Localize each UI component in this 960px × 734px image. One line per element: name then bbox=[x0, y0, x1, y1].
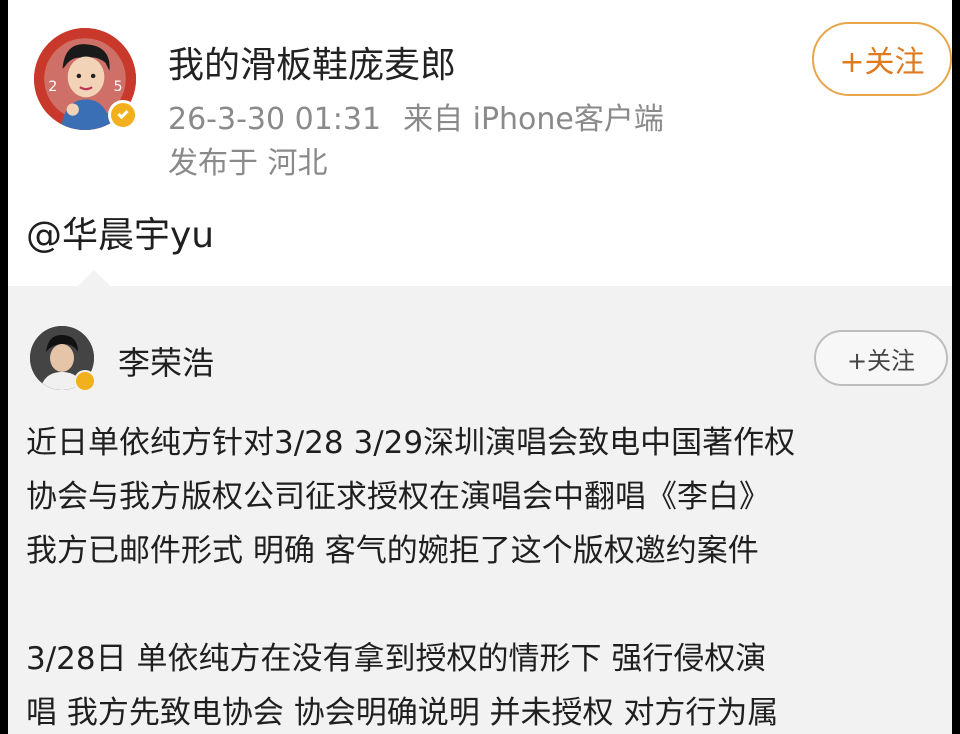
reposted-follow-button[interactable]: +关注 bbox=[814, 330, 948, 386]
post-header: 2 5 我的滑板鞋庞麦郎 26-3-30 01:31 来自 iPhone客户端 发… bbox=[8, 0, 952, 200]
body-line: 我方已邮件形式 明确 客气的婉拒了这个版权邀约案件 bbox=[26, 533, 759, 569]
body-line: 近日单依纯方针对3/28 3/29深圳演唱会致电中国著作权 bbox=[26, 425, 796, 461]
verified-badge-icon bbox=[108, 100, 138, 130]
weibo-post-screen: 2 5 我的滑板鞋庞麦郎 26-3-30 01:31 来自 iPhone客户端 发… bbox=[8, 0, 952, 734]
body-line: 协会与我方版权公司征求授权在演唱会中翻唱《李白》 bbox=[26, 479, 770, 515]
verified-badge-icon bbox=[74, 370, 96, 392]
post-source: 来自 iPhone客户端 bbox=[403, 102, 664, 137]
repost-body: 近日单依纯方针对3/28 3/29深圳演唱会致电中国著作权 协会与我方版权公司征… bbox=[26, 416, 946, 734]
author-name[interactable]: 我的滑板鞋庞麦郎 bbox=[168, 36, 456, 88]
post-meta: 26-3-30 01:31 来自 iPhone客户端 bbox=[168, 94, 664, 138]
body-line: 唱 我方先致电协会 协会明确说明 并未授权 对方行为属 bbox=[26, 695, 779, 731]
repost-card[interactable]: 李荣浩 +关注 近日单依纯方针对3/28 3/29深圳演唱会致电中国著作权 协会… bbox=[8, 270, 952, 734]
follow-button[interactable]: +关注 bbox=[812, 22, 952, 96]
repost-pointer bbox=[78, 270, 110, 286]
svg-text:2: 2 bbox=[48, 79, 57, 95]
post-location: 发布于 河北 bbox=[168, 146, 328, 181]
post-date: 26-3-30 01:31 bbox=[168, 102, 382, 137]
svg-text:5: 5 bbox=[114, 79, 123, 95]
mention-link[interactable]: @华晨宇yu bbox=[26, 206, 214, 258]
body-line: 3/28日 单依纯方在没有拿到授权的情形下 强行侵权演 bbox=[26, 641, 767, 677]
reposted-author-name[interactable]: 李荣浩 bbox=[118, 338, 214, 384]
